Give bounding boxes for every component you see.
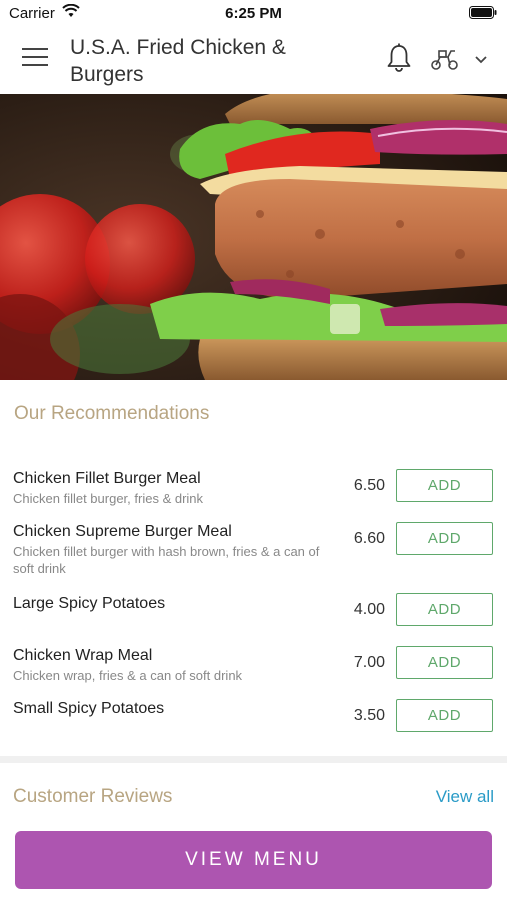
menu-icon[interactable] [22, 48, 48, 68]
delivery-mode-selector[interactable] [430, 46, 488, 72]
reviews-heading: Customer Reviews [13, 786, 173, 807]
add-button[interactable]: ADD [396, 469, 493, 502]
status-time: 6:25 PM [225, 5, 282, 22]
add-button[interactable]: ADD [396, 646, 493, 679]
item-price: 6.50 [353, 477, 385, 494]
view-all-link[interactable]: View all [436, 787, 494, 807]
page-title: U.S.A. Fried Chicken & Burgers [70, 36, 286, 86]
status-bar: Carrier 6:25 PM [0, 0, 507, 26]
item-name: Large Spicy Potatoes [13, 595, 166, 612]
item-description: Chicken fillet burger, fries & drink [13, 491, 204, 506]
section-divider [0, 756, 507, 763]
hero-image [0, 94, 507, 380]
item-price: 6.60 [353, 530, 385, 547]
bell-icon[interactable] [384, 42, 414, 74]
chevron-down-icon [475, 56, 487, 64]
item-description: Chicken fillet burger with hash brown, f… [13, 544, 320, 576]
app-header: U.S.A. Fried Chicken & Burgers [0, 26, 507, 94]
add-button[interactable]: ADD [396, 522, 493, 555]
item-name: Chicken Wrap Meal [13, 647, 153, 664]
add-button[interactable]: ADD [396, 593, 493, 626]
battery-icon [469, 6, 497, 19]
view-menu-button[interactable]: VIEW MENU [15, 831, 492, 889]
recommendations-heading: Our Recommendations [14, 403, 210, 424]
item-price: 4.00 [353, 601, 385, 618]
item-name: Chicken Supreme Burger Meal [13, 523, 232, 540]
item-description: Chicken wrap, fries & a can of soft drin… [13, 668, 243, 683]
item-name: Chicken Fillet Burger Meal [13, 470, 201, 487]
delivery-scooter-icon [431, 50, 458, 70]
add-button[interactable]: ADD [396, 699, 493, 732]
item-price: 3.50 [353, 707, 385, 724]
burger-photo [0, 94, 507, 380]
item-name: Small Spicy Potatoes [13, 700, 165, 717]
item-price: 7.00 [353, 654, 385, 671]
